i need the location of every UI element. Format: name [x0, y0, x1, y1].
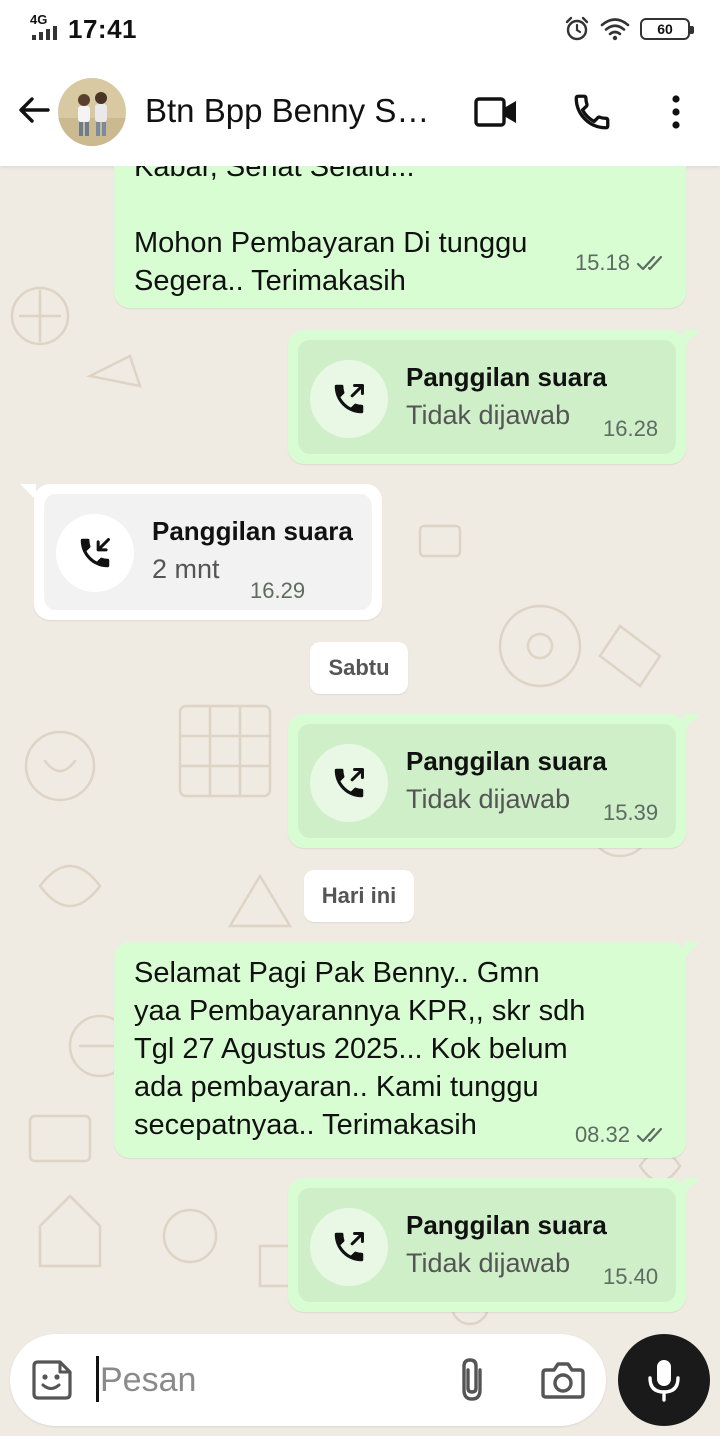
battery-icon: 60: [640, 18, 694, 40]
status-icons: 60: [564, 14, 694, 44]
call-time: 15.40: [603, 1264, 659, 1289]
avatar[interactable]: [58, 78, 126, 146]
more-vert-icon: [672, 95, 680, 129]
clock: 17:41: [68, 14, 137, 44]
text-cursor: [96, 1356, 99, 1402]
status-bar: 4G 17:41 60: [0, 0, 720, 58]
signal-icon: [32, 26, 57, 40]
call-time: 15.39: [603, 800, 659, 825]
call-status: Tidak dijawab: [406, 1248, 571, 1278]
attach-icon[interactable]: [450, 1356, 494, 1404]
message-text: Selamat Pagi Pak Benny.. Gmn yaa Pembaya…: [134, 954, 585, 1144]
call-bubble-outgoing[interactable]: Panggilan suara Tidak dijawab 15.40: [288, 1178, 700, 1312]
message-line: [134, 186, 527, 224]
message-line: ada pembayaran.. Kami tunggu: [134, 1071, 539, 1103]
bubble-tail: [20, 484, 36, 500]
battery-level: 60: [657, 21, 673, 37]
double-check-icon: [636, 255, 663, 271]
call-bubble-outgoing[interactable]: Panggilan suara Tidak dijawab 15.39: [288, 714, 700, 848]
more-options-button[interactable]: [652, 88, 700, 136]
outgoing-call-icon: [334, 1232, 364, 1262]
call-title: Panggilan suara: [406, 1210, 607, 1240]
message-time: 08.32: [574, 1122, 630, 1147]
message-time: 15.18: [574, 250, 630, 275]
bubble-tail: [684, 1178, 700, 1194]
date-separator: Sabtu: [310, 642, 408, 694]
bubble-tail: [684, 942, 700, 958]
outgoing-call-icon: [334, 384, 364, 414]
call-icon-circle: [310, 744, 388, 822]
camera-icon[interactable]: [540, 1358, 586, 1402]
call-title: Panggilan suara: [406, 362, 607, 392]
message-input[interactable]: [100, 1354, 430, 1406]
double-check-icon: [636, 1127, 663, 1143]
incoming-call-icon: [80, 538, 110, 568]
call-card[interactable]: Panggilan suara Tidak dijawab 16.28: [298, 340, 676, 454]
message-line: Segera.. Terimakasih: [134, 265, 406, 297]
message-line: Mohon Pembayaran Di tunggu: [134, 227, 528, 259]
call-duration: 2 mnt: [152, 554, 220, 584]
mic-button[interactable]: [618, 1334, 710, 1426]
date-separator: Hari ini: [304, 870, 414, 922]
sticker-icon[interactable]: [30, 1358, 74, 1402]
message-line: secepatnyaa.. Terimakasih: [134, 1109, 477, 1141]
call-bubble-incoming[interactable]: Panggilan suara 2 mnt 16.29: [20, 484, 382, 620]
message-meta: 08.32: [575, 1122, 668, 1148]
video-call-icon: [474, 97, 516, 127]
call-status: Tidak dijawab: [406, 784, 571, 814]
wifi-icon: [600, 18, 630, 41]
alarm-icon: [565, 16, 589, 41]
call-time: 16.28: [603, 416, 659, 441]
call-card[interactable]: Panggilan suara Tidak dijawab 15.39: [298, 724, 676, 838]
call-bubble-outgoing[interactable]: Panggilan suara Tidak dijawab 16.28: [288, 330, 700, 464]
back-arrow-icon[interactable]: [14, 90, 54, 130]
call-card[interactable]: Panggilan suara 2 mnt 16.29: [44, 494, 372, 610]
message-meta: 15.18: [575, 250, 668, 276]
call-status: Tidak dijawab: [406, 400, 571, 430]
phone-icon: [574, 94, 610, 130]
call-title: Panggilan suara: [152, 516, 353, 546]
call-time: 16.29: [250, 578, 306, 603]
call-icon-circle: [310, 1208, 388, 1286]
voice-call-button[interactable]: [568, 88, 616, 136]
message-composer: [10, 1334, 606, 1426]
bubble-tail: [684, 714, 700, 730]
chat-header: Btn Bpp Benny So...: [0, 58, 720, 166]
message-line: Selamat Pagi Pak Benny.. Gmn: [134, 957, 540, 989]
call-title: Panggilan suara: [406, 746, 607, 776]
message-bubble-outgoing[interactable]: Kabar, Sehat Selalu... Mohon Pembayaran …: [114, 166, 686, 308]
network-type: 4G: [30, 12, 48, 27]
message-line: Tgl 27 Agustus 2025... Kok belum: [134, 1033, 568, 1065]
call-card[interactable]: Panggilan suara Tidak dijawab 15.40: [298, 1188, 676, 1302]
video-call-button[interactable]: [472, 88, 520, 136]
message-line: yaa Pembayarannya KPR,, skr sdh: [134, 995, 586, 1027]
message-text: Kabar, Sehat Selalu... Mohon Pembayaran …: [134, 166, 527, 300]
message-line: Kabar, Sehat Selalu...: [134, 166, 415, 183]
bubble-tail: [684, 330, 700, 346]
call-icon-circle: [310, 360, 388, 438]
chat-area[interactable]: Kabar, Sehat Selalu... Mohon Pembayaran …: [0, 166, 720, 1330]
contact-name[interactable]: Btn Bpp Benny So...: [145, 92, 440, 130]
call-icon-circle: [56, 514, 134, 592]
message-bubble-outgoing[interactable]: Selamat Pagi Pak Benny.. Gmn yaa Pembaya…: [114, 942, 700, 1158]
mic-icon: [648, 1360, 680, 1402]
outgoing-call-icon: [334, 768, 364, 798]
